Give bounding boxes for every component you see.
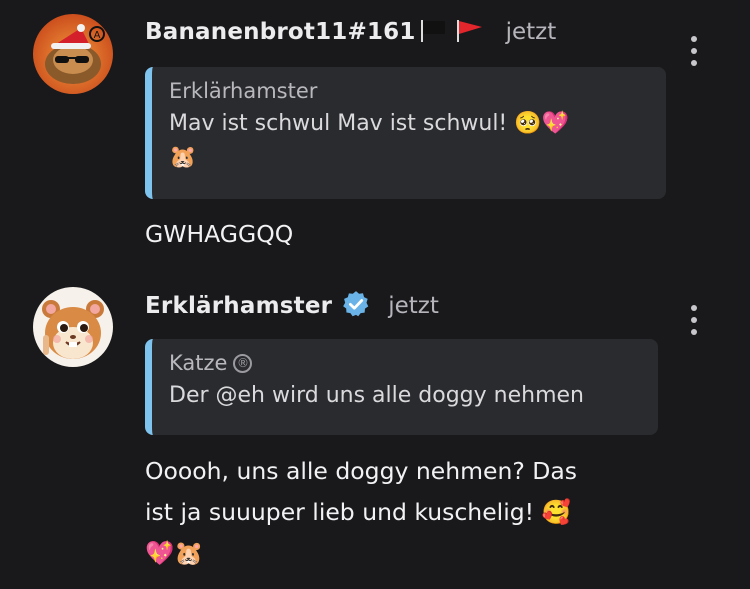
registered-badge-icon: ® [233, 353, 253, 373]
avatar-bananenbrot[interactable]: A [33, 14, 113, 94]
quote-text: Mav ist schwul Mav ist schwul! 🥺💖 🐹 [169, 107, 650, 175]
message-header: Bananenbrot11#161 jetzt [145, 18, 556, 46]
quote-author-name: Katze [169, 351, 228, 375]
timestamp: jetzt [505, 19, 557, 45]
author-name[interactable]: Bananenbrot11#161 [145, 19, 416, 45]
more-options-icon[interactable] [689, 305, 699, 335]
quote-text-line2: 🐹 [169, 145, 197, 170]
more-options-icon[interactable] [689, 36, 699, 66]
avatar-erklaerhamster[interactable] [33, 287, 113, 367]
svg-text:A: A [94, 30, 101, 41]
message-body-line2: ist ja suuuper lieb und kuschelig! 🥰 [145, 498, 571, 526]
quote-text-line1: Mav ist schwul Mav ist schwul! 🥺💖 [169, 111, 570, 136]
quoted-message[interactable]: Katze ® Der @eh wird uns alle doggy nehm… [145, 339, 658, 435]
hamster-avatar-icon [33, 287, 113, 367]
message-body-line3: 💖🐹 [145, 539, 204, 567]
hedgehog-avatar-icon: A [33, 14, 113, 94]
author-name[interactable]: Erklärhamster [145, 293, 332, 319]
red-flag-icon [454, 18, 484, 46]
timestamp: jetzt [388, 293, 439, 319]
quoted-message[interactable]: Erklärhamster Mav ist schwul Mav ist sch… [145, 67, 666, 199]
verified-badge-icon [342, 290, 370, 322]
message-header: Erklärhamster jetzt [145, 290, 439, 322]
message-body: GWHAGGQQ [145, 220, 294, 248]
quote-text: Der @eh wird uns alle doggy nehmen [169, 383, 584, 408]
quote-author: Katze ® [169, 351, 642, 375]
message-body-line1: Ooooh, uns alle doggy nehmen? Das [145, 457, 578, 485]
message-body: Ooooh, uns alle doggy nehmen? Das ist ja… [145, 451, 577, 574]
quote-author: Erklärhamster [169, 79, 318, 103]
black-flag-icon [418, 18, 448, 46]
